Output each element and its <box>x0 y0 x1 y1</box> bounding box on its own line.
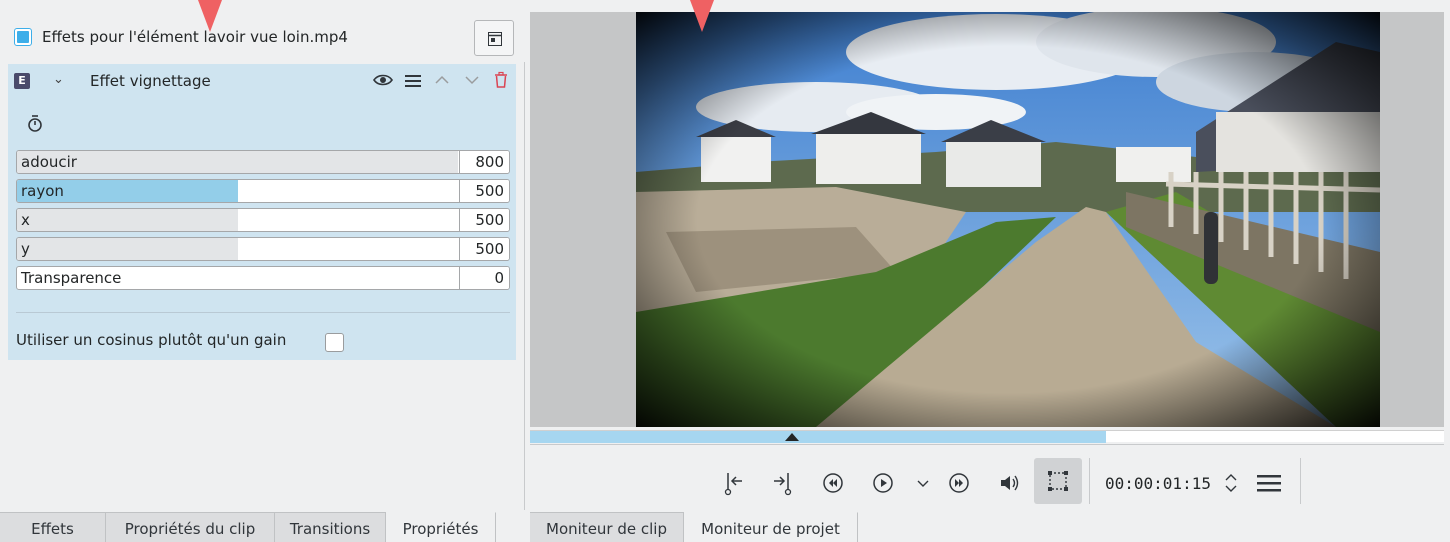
fast-forward-icon[interactable] <box>946 470 972 496</box>
tab-label: Propriétés du clip <box>124 520 256 538</box>
param-fill <box>17 209 238 231</box>
video-area <box>530 12 1444 427</box>
tab-label: Moniteur de clip <box>546 520 667 538</box>
tab-transitions[interactable]: Transitions <box>275 512 386 542</box>
param-label: x <box>21 211 30 229</box>
tab-label: Effets <box>31 520 74 538</box>
menu-icon[interactable] <box>404 73 422 89</box>
keyframe-icon[interactable] <box>26 113 44 133</box>
param-value-input[interactable]: 500 <box>459 180 509 202</box>
tab-effets[interactable]: Effets <box>0 512 106 542</box>
tab-label: Propriétés <box>402 520 479 538</box>
tab-label: Transitions <box>289 520 371 538</box>
effect-type-badge: E <box>14 73 30 89</box>
tab-moniteur-de-projet[interactable]: Moniteur de projet <box>684 512 858 542</box>
param-fill <box>17 151 458 173</box>
edit-mode-button[interactable] <box>1034 458 1082 504</box>
divider <box>16 312 510 313</box>
move-down-icon[interactable] <box>463 72 481 88</box>
right-dock-tabbar: Moniteur de clip Moniteur de projet <box>530 512 1450 542</box>
annotation-arrow-icon <box>198 0 222 32</box>
effects-panel: Effets pour l'élément lavoir vue loin.mp… <box>8 12 525 510</box>
effect-title-row: E ⌄ Effet vignettage <box>8 64 516 98</box>
rewind-icon[interactable] <box>820 470 846 496</box>
toolbar-separator <box>1300 458 1301 504</box>
volume-icon[interactable] <box>996 470 1022 496</box>
tab-moniteur-de-clip[interactable]: Moniteur de clip <box>530 512 684 542</box>
annotation-arrow-icon <box>690 0 714 32</box>
effects-panel-title: Effets pour l'élément lavoir vue loin.mp… <box>42 28 348 46</box>
video-frame[interactable] <box>636 12 1380 427</box>
left-dock-tabbar: Effets Propriétés du clip Transitions Pr… <box>0 512 526 542</box>
param-slider-x[interactable]: x 500 <box>16 208 510 232</box>
play-icon[interactable] <box>870 470 896 496</box>
param-fill <box>17 238 238 260</box>
transform-rect-icon <box>1048 471 1068 491</box>
effects-enable-checkbox[interactable] <box>14 28 32 46</box>
effect-name: Effet vignettage <box>90 72 211 90</box>
param-label: Transparence <box>21 269 122 287</box>
cosinus-option-label: Utiliser un cosinus plutôt qu'un gain <box>16 331 287 349</box>
timeline-zone <box>530 431 1106 443</box>
timecode-display[interactable]: 00:00:01:15 <box>1105 474 1211 493</box>
set-zone-out-icon[interactable] <box>770 470 794 496</box>
param-slider-rayon[interactable]: rayon 500 <box>16 179 510 203</box>
play-options-chevron-icon[interactable] <box>914 470 932 496</box>
param-slider-transparence[interactable]: Transparence 0 <box>16 266 510 290</box>
tab-label: Moniteur de projet <box>701 520 840 538</box>
set-zone-in-icon[interactable] <box>722 470 746 496</box>
timeline-ruler[interactable] <box>530 430 1444 443</box>
project-monitor: 00:00:01:15 <box>530 12 1444 510</box>
video-preview-image <box>636 12 1380 427</box>
param-slider-y[interactable]: y 500 <box>16 237 510 261</box>
effect-item-vignette: E ⌄ Effet vignettage adoucir 800 rayon 5… <box>8 64 516 360</box>
param-value-input[interactable]: 500 <box>459 209 509 231</box>
delete-icon[interactable] <box>492 71 510 89</box>
playhead-marker[interactable] <box>785 433 799 441</box>
divider <box>530 444 1444 445</box>
toolbar-separator <box>1089 458 1090 504</box>
tab-proprietes[interactable]: Propriétés <box>386 512 496 542</box>
split-view-icon <box>488 32 502 46</box>
param-value-input[interactable]: 0 <box>459 267 509 289</box>
eye-icon[interactable] <box>372 71 394 89</box>
param-label: y <box>21 240 30 258</box>
effects-panel-header: Effets pour l'élément lavoir vue loin.mp… <box>8 12 525 62</box>
param-label: rayon <box>21 182 64 200</box>
collapse-chevron-icon[interactable]: ⌄ <box>53 72 64 87</box>
param-value-input[interactable]: 800 <box>459 151 509 173</box>
param-slider-adoucir[interactable]: adoucir 800 <box>16 150 510 174</box>
tab-proprietes-du-clip[interactable]: Propriétés du clip <box>106 512 275 542</box>
timecode-spin-icon[interactable] <box>1223 471 1239 495</box>
param-label: adoucir <box>21 153 77 171</box>
param-value-input[interactable]: 500 <box>459 238 509 260</box>
cosinus-checkbox[interactable] <box>325 333 344 352</box>
compare-view-button[interactable] <box>474 20 514 56</box>
hamburger-menu-icon[interactable] <box>1256 472 1282 494</box>
move-up-icon[interactable] <box>433 72 451 88</box>
